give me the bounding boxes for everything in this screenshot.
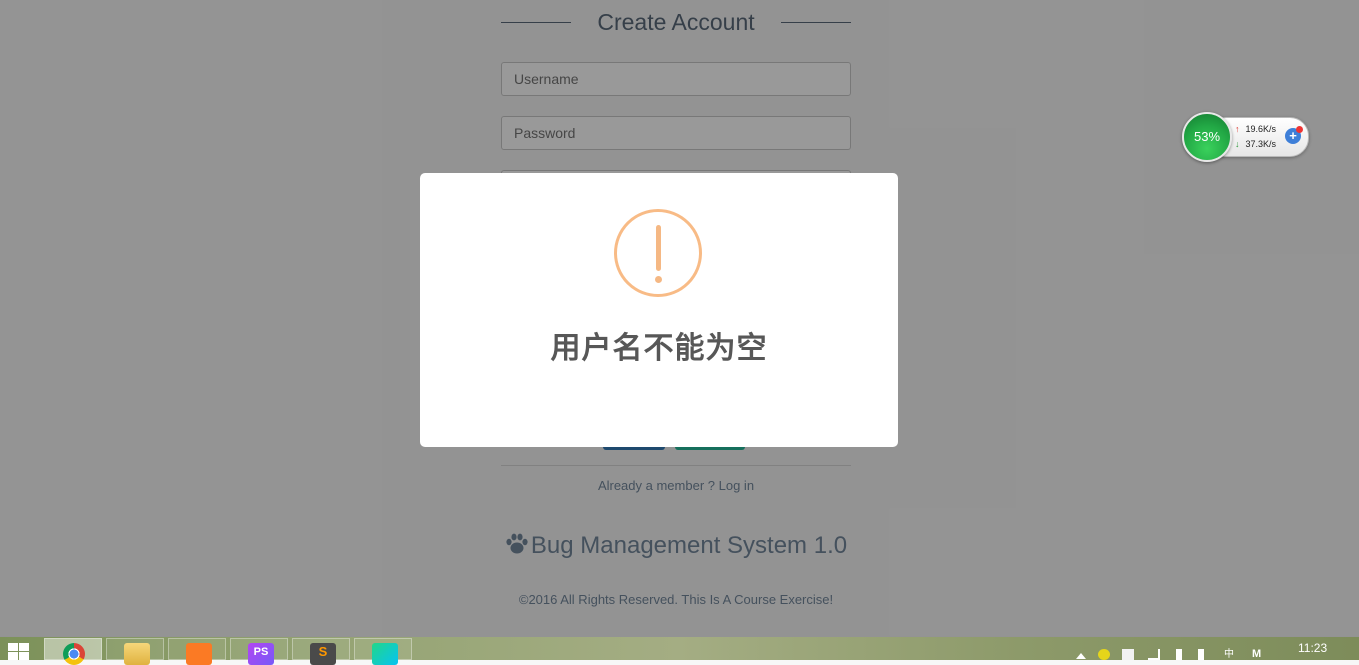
upload-arrow-icon: ↑ xyxy=(1235,124,1240,134)
battery-icon[interactable] xyxy=(1176,649,1182,660)
tray-expand-icon[interactable] xyxy=(1076,653,1086,659)
download-arrow-icon: ↓ xyxy=(1235,139,1240,149)
windows-start-icon[interactable] xyxy=(8,643,30,660)
taskbar-clock[interactable]: 11:23 xyxy=(1298,641,1327,655)
ime-chinese-icon[interactable]: 中 xyxy=(1224,649,1236,660)
upload-speed: ↑ 19.6K/s xyxy=(1235,124,1276,134)
alert-dialog: 用户名不能为空 xyxy=(420,173,898,447)
memory-usage-ball[interactable]: 53% xyxy=(1182,112,1232,162)
taskbar-phpstorm[interactable]: PS xyxy=(230,638,288,665)
network-icon[interactable] xyxy=(1148,649,1160,660)
warning-icon-dot xyxy=(655,276,662,283)
notification-dot xyxy=(1296,126,1303,133)
sublime-text-icon: S xyxy=(310,643,336,665)
taskbar-file-explorer[interactable] xyxy=(106,638,164,665)
volume-icon[interactable] xyxy=(1198,649,1204,660)
taskbar-chrome[interactable] xyxy=(44,638,102,665)
phpstorm-icon: PS xyxy=(248,643,274,665)
taskbar-sublime-text[interactable]: S xyxy=(292,638,350,665)
xampp-icon xyxy=(186,643,212,665)
chrome-icon xyxy=(63,643,85,665)
alert-message: 用户名不能为空 xyxy=(550,332,768,365)
download-speed-value: 37.3K/s xyxy=(1245,139,1277,149)
file-explorer-icon xyxy=(124,643,150,665)
taskbar-webstorm[interactable] xyxy=(354,638,412,665)
warning-icon xyxy=(614,209,702,297)
taskbar: PS S 中 M 11:23 xyxy=(0,637,1359,665)
upload-speed-value: 19.6K/s xyxy=(1245,124,1277,134)
action-center-icon[interactable] xyxy=(1122,649,1134,660)
download-speed: ↓ 37.3K/s xyxy=(1235,139,1276,149)
tray-app-icon[interactable] xyxy=(1098,649,1110,660)
ime-mode-icon[interactable]: M xyxy=(1252,649,1264,660)
network-speed-widget[interactable]: 53% ↑ 19.6K/s ↓ 37.3K/s + xyxy=(1181,112,1309,162)
taskbar-xampp[interactable] xyxy=(168,638,226,665)
warning-icon-bar xyxy=(656,225,661,271)
webstorm-icon xyxy=(372,643,398,665)
